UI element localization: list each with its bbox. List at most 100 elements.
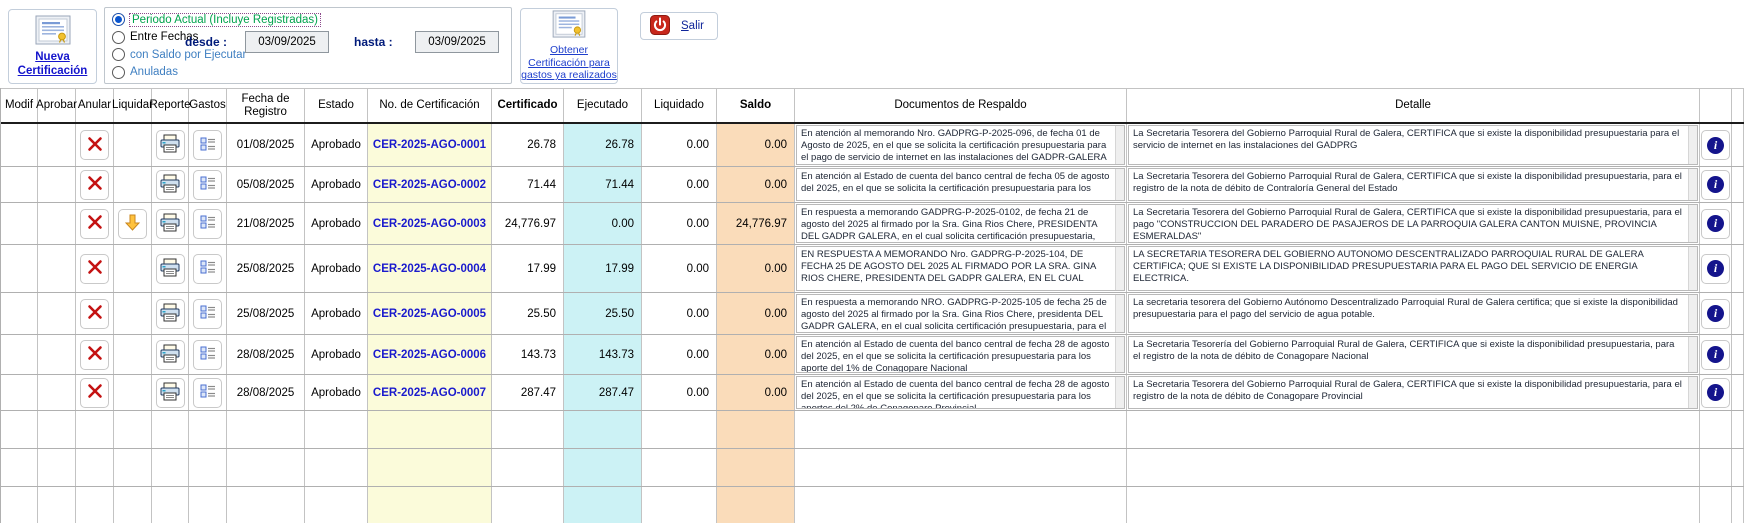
cell-fecha-registro: 25/08/2025 [227, 245, 305, 292]
scrollbar[interactable] [1115, 169, 1124, 200]
cell-ejecutado: 0.00 [564, 203, 642, 244]
detalle-textbox[interactable]: La Secretaria Tesorera del Gobierno Parr… [1128, 376, 1698, 409]
anular-button[interactable] [80, 170, 109, 200]
info-button[interactable]: i [1701, 340, 1730, 370]
scrollbar[interactable] [1688, 169, 1697, 200]
info-button[interactable]: i [1701, 254, 1730, 284]
reporte-button[interactable] [156, 299, 185, 329]
documentos-textbox[interactable]: En atención al Estado de cuenta del banc… [796, 168, 1125, 201]
scrollbar[interactable] [1688, 247, 1697, 290]
scrollbar[interactable] [1115, 126, 1124, 164]
col-header-spacer [1732, 89, 1744, 122]
filter-option-0[interactable]: Periodo Actual (Incluye Registradas) [112, 11, 320, 29]
info-button[interactable]: i [1701, 130, 1730, 160]
detalle-textbox[interactable]: La Secretaria Tesorera del Gobierno Parr… [1128, 125, 1698, 165]
scrollbar[interactable] [1688, 377, 1697, 408]
cell-liquidar [114, 124, 152, 166]
cell-spacer [1732, 203, 1744, 244]
certification-number-link[interactable]: CER-2025-AGO-0001 [373, 139, 486, 151]
scrollbar[interactable] [1115, 205, 1124, 242]
reporte-button[interactable] [156, 209, 185, 239]
info-circle-icon: i [1707, 305, 1724, 322]
documentos-textbox[interactable]: En respuesta a memorando NRO. GADPRG-P-2… [796, 294, 1125, 333]
salir-button[interactable]: Salir [640, 12, 718, 40]
gastos-button[interactable] [193, 254, 222, 284]
cell-anular [76, 203, 114, 244]
detalle-textbox[interactable]: La Secretaria Tesorería del Gobierno Par… [1128, 336, 1698, 373]
reporte-button[interactable] [156, 130, 185, 160]
documentos-textbox[interactable]: EN RESPUESTA A MEMORANDO Nro. GADPRG-P-2… [796, 246, 1125, 291]
cell-certificado: 17.99 [492, 245, 564, 292]
scrollbar[interactable] [1115, 247, 1124, 290]
certification-number-link[interactable]: CER-2025-AGO-0004 [373, 263, 486, 275]
anular-button[interactable] [80, 209, 109, 239]
scrollbar[interactable] [1688, 126, 1697, 164]
anular-button[interactable] [80, 378, 109, 408]
certification-number-link[interactable]: CER-2025-AGO-0006 [373, 349, 486, 361]
filter-option-3[interactable]: Anuladas [112, 64, 320, 82]
info-button[interactable]: i [1701, 209, 1730, 239]
detalle-textbox[interactable]: La Secretaria Tesorera del Gobierno Parr… [1128, 168, 1698, 201]
printer-icon [159, 258, 181, 280]
certification-number-link[interactable]: CER-2025-AGO-0002 [373, 179, 486, 191]
info-button[interactable]: i [1701, 299, 1730, 329]
obtener-certificacion-button[interactable]: Obtener Certificación para gastos ya rea… [520, 8, 618, 84]
form-grid-icon [200, 384, 216, 401]
anular-button[interactable] [80, 254, 109, 284]
gastos-button[interactable] [193, 299, 222, 329]
scrollbar[interactable] [1688, 295, 1697, 332]
info-button[interactable]: i [1701, 170, 1730, 200]
certification-number-link[interactable]: CER-2025-AGO-0003 [373, 218, 486, 230]
scrollbar[interactable] [1115, 337, 1124, 372]
scrollbar[interactable] [1115, 295, 1124, 332]
liquidar-button[interactable] [118, 209, 147, 239]
cell-liquidar [114, 293, 152, 334]
nueva-certificacion-button[interactable]: Nueva Certificación [8, 9, 97, 84]
scrollbar[interactable] [1688, 205, 1697, 242]
scrollbar[interactable] [1688, 337, 1697, 372]
scrollbar[interactable] [1115, 377, 1124, 408]
cell-info: i [1700, 293, 1732, 334]
certifications-table: Modif Aprobar Anular Liquidar Reporte Ga… [0, 88, 1744, 523]
table-row: 25/08/2025 Aprobado CER-2025-AGO-0004 17… [1, 245, 1744, 293]
desde-date-input[interactable]: 03/09/2025 [245, 31, 329, 53]
reporte-button[interactable] [156, 170, 185, 200]
hasta-label: hasta : [354, 35, 393, 49]
gastos-button[interactable] [193, 130, 222, 160]
gastos-button[interactable] [193, 209, 222, 239]
printer-icon [159, 213, 181, 235]
detalle-textbox[interactable]: La Secretaria Tesorera del Gobierno Parr… [1128, 204, 1698, 243]
cell-anular [76, 124, 114, 166]
cell-detalle: La secretaria tesorera del Gobierno Autó… [1127, 293, 1700, 334]
certification-number-link[interactable]: CER-2025-AGO-0005 [373, 308, 486, 320]
documentos-textbox[interactable]: En respuesta a memorando GADPRG-P-2025-0… [796, 204, 1125, 243]
anular-button[interactable] [80, 299, 109, 329]
reporte-button[interactable] [156, 340, 185, 370]
detalle-textbox[interactable]: LA SECRETARIA TESORERA DEL GOBIERNO AUTO… [1128, 246, 1698, 291]
cell-no-certificacion: CER-2025-AGO-0002 [368, 167, 492, 202]
table-header-row: Modif Aprobar Anular Liquidar Reporte Ga… [1, 88, 1744, 124]
documentos-textbox[interactable]: En atención al Estado de cuenta del banc… [796, 376, 1125, 409]
anular-button[interactable] [80, 130, 109, 160]
cell-no-certificacion: CER-2025-AGO-0001 [368, 124, 492, 166]
reporte-button[interactable] [156, 254, 185, 284]
gastos-button[interactable] [193, 378, 222, 408]
anular-button[interactable] [80, 340, 109, 370]
documentos-textbox[interactable]: En atención al memorando Nro. GADPRG-P-2… [796, 125, 1125, 165]
cell-liquidar [114, 167, 152, 202]
cell-fecha-registro: 25/08/2025 [227, 293, 305, 334]
detalle-textbox[interactable]: La secretaria tesorera del Gobierno Autó… [1128, 294, 1698, 333]
radio-icon [112, 13, 125, 26]
cell-ejecutado: 26.78 [564, 124, 642, 166]
documentos-textbox[interactable]: En atención al Estado de cuenta del banc… [796, 336, 1125, 373]
info-button[interactable]: i [1701, 378, 1730, 408]
gastos-button[interactable] [193, 170, 222, 200]
certification-number-link[interactable]: CER-2025-AGO-0007 [373, 387, 486, 399]
hasta-date-input[interactable]: 03/09/2025 [415, 31, 499, 53]
table-row: 01/08/2025 Aprobado CER-2025-AGO-0001 26… [1, 124, 1744, 167]
cell-gastos [189, 375, 227, 410]
cell-saldo: 0.00 [717, 335, 795, 374]
empty-table-row [1, 411, 1744, 449]
reporte-button[interactable] [156, 378, 185, 408]
gastos-button[interactable] [193, 340, 222, 370]
